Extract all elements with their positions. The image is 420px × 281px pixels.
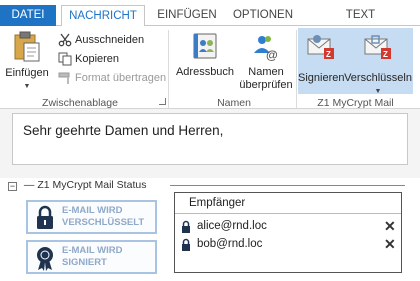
format-painter-label: Format übertragen — [75, 72, 167, 84]
address-book-label: Adressbuch — [175, 66, 235, 78]
svg-text:@: @ — [266, 48, 278, 61]
group-label-clipboard: Zwischenablage — [42, 97, 118, 109]
tab-file[interactable]: DATEI — [0, 5, 56, 26]
dialog-launcher-icon[interactable] — [159, 98, 166, 105]
encrypt-mail-icon: Z — [364, 35, 391, 59]
group-separator — [168, 30, 169, 108]
sign-button[interactable]: Z Signieren — [298, 31, 344, 85]
collapse-toggle[interactable]: − — [8, 182, 17, 191]
paste-label: Einfügen — [5, 67, 49, 79]
message-body-editor[interactable]: Sehr geehrte Damen und Herren, — [12, 113, 408, 165]
chevron-down-icon: ▼ — [23, 83, 31, 90]
cut-button[interactable]: Ausschneiden — [58, 32, 144, 49]
encrypt-label: Verschlüsseln — [344, 72, 412, 84]
sign-mail-icon: Z — [307, 35, 334, 59]
signed-status-line-1: E-MAIL WIRD — [62, 245, 123, 256]
address-book-button[interactable]: Adressbuch — [174, 31, 236, 79]
check-names-button[interactable]: @ Namen überprüfen — [236, 31, 296, 92]
ribbon: Einfügen ▼ Ausschneiden Kopieren Format … — [0, 26, 420, 109]
cut-label: Ausschneiden — [75, 34, 145, 46]
encrypted-status-badge: E-MAIL WIRD VERSCHLÜSSELT — [26, 200, 157, 234]
remove-recipient-icon[interactable]: ✕ — [384, 236, 396, 253]
recipient-row[interactable]: alice@rnd.loc ✕ — [175, 218, 401, 235]
group-label-mycrypt: Z1 MyCrypt Mail — [317, 97, 394, 109]
status-heading: Z1 MyCrypt Mail Status — [37, 179, 147, 191]
brush-icon — [58, 72, 70, 85]
recipient-row[interactable]: bob@rnd.loc ✕ — [175, 236, 401, 253]
lock-icon — [182, 220, 190, 233]
message-area: Sehr geehrte Damen und Herren, — [0, 109, 420, 170]
signed-status-badge: E-MAIL WIRD SIGNIERT — [26, 240, 157, 274]
recipient-email: bob@rnd.loc — [197, 238, 263, 250]
sign-label: Signieren — [298, 72, 345, 84]
status-heading-rule — [170, 185, 405, 186]
lock-icon — [37, 205, 53, 229]
recipient-email: alice@rnd.loc — [197, 220, 267, 232]
pane-divider — [0, 170, 420, 178]
remove-recipient-icon[interactable]: ✕ — [384, 218, 396, 235]
copy-label: Kopieren — [75, 53, 120, 65]
encrypted-status-line-2: VERSCHLÜSSELT — [62, 217, 145, 228]
group-label-names: Namen — [217, 97, 251, 109]
tab-insert[interactable]: EINFÜGEN — [152, 5, 222, 26]
paste-button[interactable]: Einfügen ▼ — [4, 31, 50, 93]
message-body-text: Sehr geehrte Damen und Herren, — [23, 123, 224, 138]
tab-options[interactable]: OPTIONEN — [228, 5, 298, 26]
seal-icon — [37, 247, 53, 271]
scissors-icon — [58, 33, 72, 47]
recipient-list: Empfänger alice@rnd.loc ✕ bob@rnd.loc ✕ — [174, 192, 402, 273]
check-names-label-2: überprüfen — [239, 79, 293, 91]
encrypted-status-line-1: E-MAIL WIRD — [62, 205, 123, 216]
format-painter-button[interactable]: Format übertragen — [58, 70, 166, 87]
status-heading-prefix-icon: — — [23, 179, 38, 191]
copy-button[interactable]: Kopieren — [58, 51, 119, 68]
svg-text:Z: Z — [326, 50, 331, 59]
lock-icon — [182, 238, 190, 251]
recipient-list-header: Empfänger — [189, 197, 246, 209]
check-names-icon: @ — [254, 36, 278, 61]
group-separator — [296, 30, 297, 108]
encrypt-button[interactable]: Z Verschlüsseln ▼ — [344, 31, 412, 98]
tab-message[interactable]: NACHRICHT — [61, 5, 145, 27]
check-names-label-1: Namen — [248, 66, 284, 78]
clipboard-icon — [14, 31, 40, 62]
svg-text:Z: Z — [383, 50, 388, 59]
tab-format-text[interactable]: TEXT FORMATIEREN — [303, 5, 418, 42]
address-book-icon — [193, 33, 217, 59]
copy-icon — [58, 52, 72, 66]
recipient-header-divider — [175, 213, 401, 214]
status-panel-header: − — Z1 MyCrypt Mail Status — [8, 179, 146, 191]
ribbon-tab-bar: DATEI NACHRICHT EINFÜGEN OPTIONEN TEXT F… — [0, 0, 420, 42]
signed-status-line-2: SIGNIERT — [62, 257, 107, 268]
